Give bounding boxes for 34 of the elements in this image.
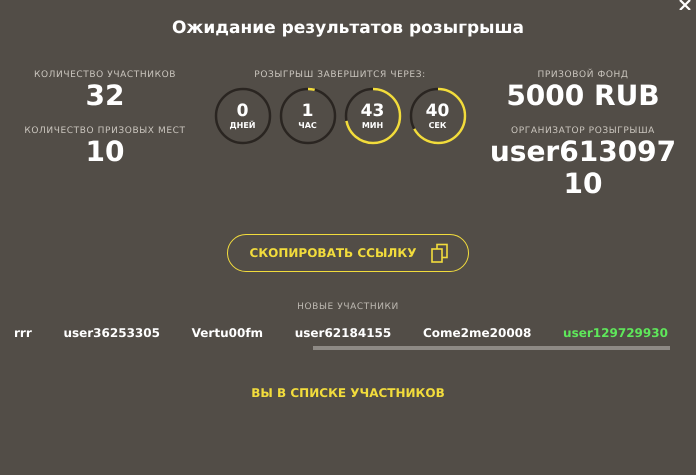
participant-name: user62184155 [294,326,392,340]
copy-link-button[interactable]: СКОПИРОВАТЬ ССЫЛКУ [226,234,470,272]
stat-value: 10 [86,136,124,168]
countdown-unit: ДНЕЙ [230,121,256,130]
stat-label: КОЛИЧЕСТВО ПРИЗОВЫХ МЕСТ [24,126,186,136]
stat-label: ПРИЗОВОЙ ФОНД [537,70,629,80]
countdown-value: 0 [236,102,248,121]
countdown-unit: ЧАС [298,121,317,130]
participant-name: Come2me20008 [422,326,532,340]
status-message: ВЫ В СПИСКЕ УЧАСТНИКОВ [250,386,446,400]
countdown-ring [342,86,402,146]
countdown-ring [278,86,338,146]
countdown-ring [212,86,272,146]
countdown-value: 40 [426,102,450,121]
participant-name: Vertu00fm [192,326,264,340]
participant-name: user36253305 [63,326,160,340]
stat-value: 32 [86,80,124,112]
countdown-unit: МИН [362,121,384,130]
countdown-unit: СЕК [428,121,446,130]
stat-label: ОРГАНИЗАТОР РОЗЫГРЫША [511,126,655,136]
countdown-value: 1 [302,102,314,121]
copy-icon [430,243,450,263]
stat-label: КОЛИЧЕСТВО УЧАСТНИКОВ [34,70,176,80]
organizer-name: user61309710 [488,136,678,200]
section-label: НОВЫЕ УЧАСТНИКИ [296,302,400,312]
countdown-ring [408,86,468,146]
participant-name: user129729930 [563,326,668,340]
countdown-label: РОЗЫГРЫШ ЗАВЕРШИТСЯ ЧЕРЕЗ: [254,70,426,80]
countdown-value: 43 [360,102,384,121]
scrollbar-thumb[interactable] [313,346,670,350]
participant-name: rrr [14,326,32,340]
stat-value: 5000 RUB [506,80,660,112]
close-icon[interactable] [679,0,691,10]
dialog-title: Ожидание результатов розыгрыша [170,18,526,38]
